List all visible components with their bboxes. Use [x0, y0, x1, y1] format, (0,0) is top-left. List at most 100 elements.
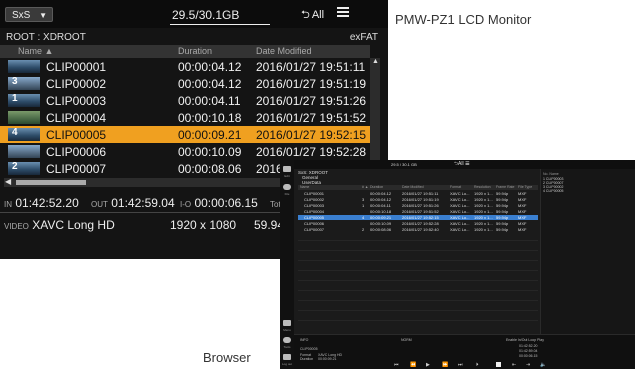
- column-header-filetype[interactable]: File Type: [518, 185, 532, 189]
- playback-mode[interactable]: NORM: [401, 338, 412, 342]
- table-row[interactable]: CLIP00006 00:00:10.09 2016/01/27 19:52:2…: [0, 143, 370, 160]
- clip-date: 2016/01/27 19:51:11: [256, 60, 366, 74]
- row-framerate: 59.94p: [496, 197, 509, 202]
- clip-index: 1: [12, 93, 18, 104]
- row-format: XAVC Lo...: [450, 197, 470, 202]
- row-duration: 00:00:04.12: [370, 197, 392, 202]
- column-header-name[interactable]: Name: [300, 185, 309, 189]
- column-header-date[interactable]: Date Modified: [402, 185, 424, 189]
- codec-value: XAVC Long HD: [32, 218, 115, 232]
- browser-window: Edit File Menu Tools Log out 29.5 / 30.1…: [280, 160, 635, 369]
- io-label: I-O: [180, 200, 192, 209]
- info-out-timecode: 01:42:59.04: [519, 349, 538, 353]
- row-resolution: 1920 x 1...: [474, 191, 493, 196]
- media-selector-label: SxS: [12, 10, 31, 21]
- row-resolution: 1920 x 1...: [474, 221, 493, 226]
- prev-clip-icon[interactable]: ⏮: [394, 362, 399, 368]
- table-row[interactable]: 1 CLIP00003 00:00:04.11 2016/01/27 19:51…: [0, 92, 370, 109]
- table-row[interactable]: CLIP00001 00:00:04.12 2016/01/27 19:51:1…: [298, 191, 538, 196]
- column-header-duration[interactable]: Duration: [370, 185, 383, 189]
- scroll-left-icon[interactable]: ◀: [5, 177, 11, 186]
- column-header-duration[interactable]: Duration: [178, 46, 212, 56]
- row-framerate: 59.94p: [496, 191, 509, 196]
- row-resolution: 1920 x 1...: [474, 227, 493, 232]
- row-format: XAVC Lo...: [450, 209, 470, 214]
- column-header-framerate[interactable]: Frame Rate: [496, 185, 514, 189]
- nav-label-edit[interactable]: Edit: [281, 174, 293, 178]
- row-date: 2016/01/27 19:51:11: [402, 191, 439, 196]
- stop-icon[interactable]: [496, 362, 501, 367]
- column-header-resolution[interactable]: Resolution: [474, 185, 491, 189]
- file-icon[interactable]: [283, 184, 291, 190]
- clip-duration: 00:00:04.12: [178, 77, 242, 91]
- browser-filter-label: All: [458, 161, 464, 167]
- grid-line: [298, 240, 538, 241]
- filesystem-label: exFAT: [349, 32, 378, 43]
- column-header-num[interactable]: # ▲: [362, 185, 368, 189]
- loop-play-toggle[interactable]: Enable In/Out Loop Play: [506, 338, 544, 342]
- row-format: XAVC Lo...: [450, 203, 470, 208]
- row-date: 2016/01/27 19:52:15: [402, 215, 439, 220]
- table-row[interactable]: 3 CLIP00002 00:00:04.12 2016/01/27 19:51…: [0, 75, 370, 92]
- column-header-date[interactable]: Date Modified: [256, 46, 312, 56]
- next-clip-icon[interactable]: ⏭: [458, 362, 463, 368]
- clip-thumbnail: [8, 111, 40, 124]
- clip-filter-button[interactable]: ⮌ All: [301, 6, 324, 25]
- row-resolution: 1920 x 1...: [474, 209, 493, 214]
- row-format: XAVC Lo...: [450, 215, 470, 220]
- mark-in-icon[interactable]: ⇤: [512, 362, 516, 368]
- row-duration: 00:00:10.09: [370, 221, 392, 226]
- in-label: IN: [4, 200, 12, 209]
- table-row-selected[interactable]: CLIP00005 4 00:00:09.21 2016/01/27 19:52…: [298, 215, 538, 220]
- nav-label-menu[interactable]: Menu: [281, 328, 293, 332]
- list-filter-icon[interactable]: [337, 7, 349, 19]
- clip-date: 2016/01/27 19:51:19: [256, 77, 367, 91]
- row-date: 2016/01/27 19:52:28: [402, 221, 439, 226]
- row-format: XAVC Lo...: [450, 227, 470, 232]
- menu-icon[interactable]: [283, 320, 291, 326]
- row-date: 2016/01/27 19:51:19: [402, 197, 439, 202]
- grid-line: [298, 260, 538, 261]
- playlist-header: No. Name: [543, 172, 559, 176]
- row-filetype: MXF: [518, 209, 527, 214]
- logout-icon[interactable]: [283, 354, 291, 360]
- row-filetype: MXF: [518, 221, 527, 226]
- grid-line: [298, 300, 538, 301]
- table-row[interactable]: CLIP00003 1 00:00:04.11 2016/01/27 19:51…: [298, 203, 538, 208]
- playlist-item[interactable]: 4 CLIP00005: [543, 189, 563, 193]
- row-framerate: 59.94p: [496, 203, 509, 208]
- column-header-format[interactable]: Format: [450, 185, 461, 189]
- out-label: OUT: [91, 200, 108, 209]
- media-selector[interactable]: SxS ▼: [5, 7, 53, 22]
- column-header-name[interactable]: Name ▲: [18, 46, 53, 56]
- frame-step-icon[interactable]: ⏵: [476, 362, 479, 368]
- return-arrow-icon: ⮌: [301, 9, 310, 21]
- fast-forward-icon[interactable]: ⏩: [442, 362, 448, 368]
- nav-label-file[interactable]: File: [281, 192, 293, 196]
- table-row[interactable]: CLIP00001 00:00:04.12 2016/01/27 19:51:1…: [0, 58, 370, 75]
- play-icon[interactable]: ▶: [426, 362, 430, 368]
- table-row[interactable]: CLIP00007 2 00:00:08.06 2016/01/27 19:52…: [298, 227, 538, 232]
- tools-icon[interactable]: [283, 337, 291, 343]
- scrollbar-thumb[interactable]: [16, 180, 86, 185]
- nav-label-tools[interactable]: Tools: [281, 345, 293, 349]
- table-row[interactable]: CLIP00004 00:00:10.18 2016/01/27 19:51:5…: [298, 209, 538, 214]
- in-point-group: IN 01:42:52.20: [4, 196, 79, 210]
- table-row[interactable]: CLIP00002 3 00:00:04.12 2016/01/27 19:51…: [298, 197, 538, 202]
- row-name: CLIP00001: [304, 191, 325, 196]
- row-name: CLIP00005: [304, 215, 325, 220]
- scroll-up-icon[interactable]: ▲: [372, 58, 379, 65]
- table-row-selected[interactable]: 4 CLIP00005 00:00:09.21 2016/01/27 19:52…: [0, 126, 370, 143]
- clip-duration: 00:00:04.11: [178, 94, 241, 108]
- rewind-icon[interactable]: ⏪: [410, 362, 416, 368]
- clip-date: 2016/01/27 19:52:28: [256, 145, 367, 159]
- volume-icon[interactable]: 🔈: [540, 362, 546, 368]
- table-row[interactable]: CLIP00004 00:00:10.18 2016/01/27 19:51:5…: [0, 109, 370, 126]
- mark-out-icon[interactable]: ⇥: [526, 362, 530, 368]
- browser-filter-button[interactable]: ⮌All ☰: [454, 161, 470, 169]
- table-row[interactable]: CLIP00006 00:00:10.09 2016/01/27 19:52:2…: [298, 221, 538, 226]
- grid-line: [298, 250, 538, 251]
- clip-duration: 00:00:08.06: [178, 162, 242, 176]
- nav-label-logout[interactable]: Log out: [281, 362, 293, 366]
- edit-icon[interactable]: [283, 166, 291, 172]
